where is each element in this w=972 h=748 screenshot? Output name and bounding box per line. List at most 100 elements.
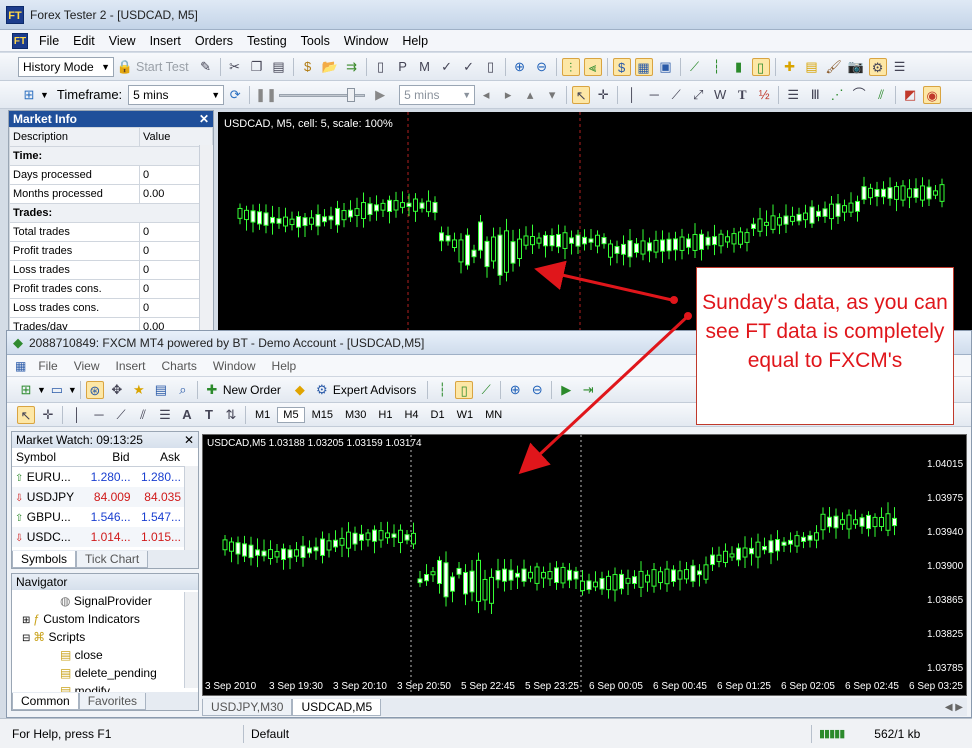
move-left-icon[interactable]: ◂	[477, 86, 495, 104]
ft-menu-view[interactable]: View	[102, 30, 143, 52]
expert-advisors-icon[interactable]: ⚙	[313, 381, 331, 399]
tab-usdjpy-m30[interactable]: USDJPY,M30	[202, 698, 293, 716]
market-info-scrollbar[interactable]	[199, 145, 213, 331]
candlestick-active-icon[interactable]: ▯	[751, 57, 770, 76]
close-icon[interactable]: ✕	[199, 111, 209, 127]
tab-common[interactable]: Common	[12, 692, 79, 710]
expand-icon[interactable]: ⊞	[22, 615, 33, 626]
cursor-icon[interactable]: ↖	[572, 85, 591, 104]
strategy-tester-icon[interactable]: ⌕	[174, 381, 192, 399]
ft-menu-icon[interactable]: FT	[12, 32, 28, 49]
timeframe-w1[interactable]: W1	[452, 408, 479, 422]
new-order-icon[interactable]: ✚	[203, 381, 221, 399]
chevron-down-icon[interactable]: ▼	[37, 385, 46, 395]
zoom-in-icon[interactable]: ⊕	[511, 58, 529, 76]
chevron-down-icon[interactable]: ▼	[40, 90, 49, 100]
timeframe-m5[interactable]: M5	[277, 406, 305, 423]
bars-chart-icon[interactable]: ⫶	[561, 57, 580, 76]
col-value[interactable]: Value	[139, 127, 213, 147]
auto-scroll-icon[interactable]: ▶	[557, 381, 575, 399]
list-icon[interactable]: ☰	[891, 58, 909, 76]
speed-slider[interactable]	[279, 87, 366, 103]
zoom-in-icon[interactable]: ⊕	[506, 381, 524, 399]
ft-menu-tools[interactable]: Tools	[294, 30, 337, 52]
col-ask[interactable]: Ask	[133, 448, 184, 467]
add-chart-icon[interactable]: ⊞	[20, 86, 38, 104]
mt4-menu-insert[interactable]: Insert	[107, 359, 153, 373]
line-chart-icon[interactable]: ⟋	[477, 381, 495, 399]
ft-menu-orders[interactable]: Orders	[188, 30, 240, 52]
market-watch-icon[interactable]: ⊛	[85, 380, 104, 399]
fibo-retracement-icon[interactable]: ☰	[784, 86, 802, 104]
vertical-line-icon[interactable]: │	[68, 406, 86, 424]
col-symbol[interactable]: Symbol	[12, 448, 84, 467]
check-doc-2-icon[interactable]: ✓	[460, 58, 478, 76]
new-doc-icon[interactable]: ▯	[372, 58, 390, 76]
tab-scroll-icon[interactable]: ◀ ▶	[945, 702, 963, 713]
data-center-icon[interactable]: $	[299, 58, 317, 76]
ft-menu-help[interactable]: Help	[395, 30, 435, 52]
market-watch-scrollbar[interactable]	[184, 466, 198, 552]
trend-line-icon[interactable]: ⟋	[667, 86, 685, 104]
channel-icon[interactable]: ⫽	[872, 86, 890, 104]
zoom-out-icon[interactable]: ⊖	[528, 381, 546, 399]
mt4-menu-icon[interactable]: ▦	[15, 359, 26, 373]
p-doc-icon[interactable]: P	[394, 58, 412, 76]
speed-select[interactable]: 5 mins ▼	[399, 84, 476, 105]
text-icon[interactable]: A	[178, 406, 196, 424]
new-chart-icon[interactable]: ⊞	[17, 381, 35, 399]
navigator-scrollbar[interactable]	[184, 592, 198, 688]
ft-menu-insert[interactable]: Insert	[143, 30, 188, 52]
nav-item-delete-pending[interactable]: ▤ delete_pending	[18, 664, 198, 682]
ft-menu-window[interactable]: Window	[337, 30, 395, 52]
tab-usdcad-m5[interactable]: USDCAD,M5	[292, 698, 382, 716]
mt4-menu-file[interactable]: File	[30, 359, 65, 373]
ft-menu-testing[interactable]: Testing	[240, 30, 294, 52]
mt4-menu-view[interactable]: View	[66, 359, 108, 373]
col-bid[interactable]: Bid	[83, 448, 134, 467]
timeframe-h1[interactable]: H1	[373, 408, 397, 422]
timeframe-m1[interactable]: M1	[250, 408, 275, 422]
metaeditor-icon[interactable]: ◆	[291, 381, 309, 399]
magnet-icon[interactable]: ◉	[923, 85, 942, 104]
line-chart-icon[interactable]: ⟋	[686, 58, 704, 76]
zoom-out-icon[interactable]: ⊖	[533, 58, 551, 76]
terminal-icon[interactable]: ▤	[152, 381, 170, 399]
close-icon[interactable]: ✕	[184, 433, 194, 447]
tab-symbols[interactable]: Symbols	[12, 550, 77, 568]
step-icon[interactable]: ▶	[371, 86, 389, 104]
horizontal-line-icon[interactable]: ─	[90, 406, 108, 424]
open-folder-icon[interactable]: 📂	[321, 58, 339, 76]
nav-item-signalprovider[interactable]: ◍ SignalProvider	[18, 592, 198, 610]
ray-icon[interactable]: ⤢	[689, 86, 707, 104]
cut-icon[interactable]: ✂	[226, 58, 244, 76]
slider-thumb[interactable]	[347, 87, 356, 102]
nav-item-scripts[interactable]: ⊟ ⌘ Scripts	[18, 628, 198, 646]
fibo-timezones-icon[interactable]: Ⅲ	[806, 86, 824, 104]
money-icon[interactable]: $	[612, 57, 631, 76]
move-right-icon[interactable]: ▸	[499, 86, 517, 104]
channel-icon[interactable]: ⫽	[134, 406, 152, 424]
timeframe-d1[interactable]: D1	[426, 408, 450, 422]
timeframe-m30[interactable]: M30	[340, 408, 371, 422]
crosshair-icon[interactable]: ✛	[594, 86, 612, 104]
candles-chart-icon[interactable]: ⫷	[583, 57, 602, 76]
fibonacci-icon[interactable]: ☰	[156, 406, 174, 424]
move-down-icon[interactable]: ▾	[543, 86, 561, 104]
vertical-line-icon[interactable]: │	[623, 86, 641, 104]
timeframe-h4[interactable]: H4	[399, 408, 423, 422]
move-up-icon[interactable]: ▴	[521, 86, 539, 104]
tab-favorites[interactable]: Favorites	[78, 692, 147, 710]
mt4-menu-window[interactable]: Window	[205, 359, 264, 373]
andrews-pitchfork-icon[interactable]: W	[711, 86, 729, 104]
table-row[interactable]: ⇩ USDJPY 84.009 84.035	[12, 486, 184, 507]
ft-menu-file[interactable]: File	[32, 30, 66, 52]
arc-icon[interactable]: ⌒	[850, 86, 868, 104]
crosshair-icon[interactable]: ✛	[39, 406, 57, 424]
window-icon[interactable]: ▣	[657, 58, 675, 76]
tab-tick-chart[interactable]: Tick Chart	[76, 550, 149, 568]
cursor-icon[interactable]: ↖	[17, 405, 35, 424]
refresh-icon[interactable]: ⟳	[226, 86, 244, 104]
settings-icon[interactable]: ⚙	[868, 57, 887, 76]
candlestick-icon[interactable]: ▮	[730, 58, 748, 76]
